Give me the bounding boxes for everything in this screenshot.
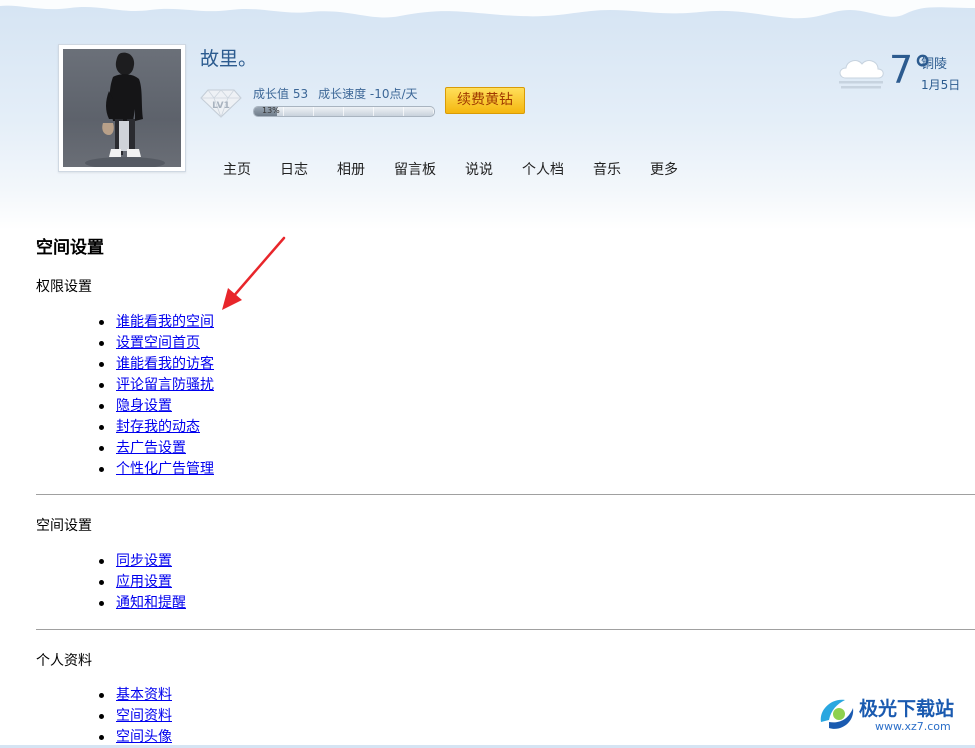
link-space-info[interactable]: 空间资料 xyxy=(116,708,172,724)
watermark-logo-icon xyxy=(820,699,854,729)
list-item: 封存我的动态 xyxy=(96,417,214,438)
page-title: 空间设置 xyxy=(36,238,104,258)
weather-date: 1月5日 xyxy=(921,78,961,92)
list-item: 设置空间首页 xyxy=(96,333,214,354)
section-heading-personal-info: 个人资料 xyxy=(36,653,92,669)
nav-music[interactable]: 音乐 xyxy=(593,159,621,179)
list-item: 基本资料 xyxy=(96,685,172,706)
cloud-banner xyxy=(0,0,975,19)
section-heading-permissions: 权限设置 xyxy=(36,279,92,295)
renew-yellow-diamond-button[interactable]: 续费黄钻 xyxy=(445,87,525,114)
watermark-name: 极光下载站 xyxy=(859,698,955,720)
list-item: 个性化广告管理 xyxy=(96,459,214,480)
cloudy-icon xyxy=(839,60,884,89)
space-settings-link-list: 同步设置 应用设置 通知和提醒 xyxy=(96,551,186,614)
list-item: 去广告设置 xyxy=(96,438,214,459)
section-divider xyxy=(36,629,975,630)
list-item: 谁能看我的空间 xyxy=(96,312,214,333)
nav-blog[interactable]: 日志 xyxy=(280,159,308,179)
progress-ticks xyxy=(254,107,434,116)
link-invisible-settings[interactable]: 隐身设置 xyxy=(116,398,172,414)
watermark: 极光下载站 www.xz7.com xyxy=(815,690,975,742)
link-archive-feed[interactable]: 封存我的动态 xyxy=(116,419,200,435)
link-space-avatar[interactable]: 空间头像 xyxy=(116,729,172,745)
link-who-can-view-visitors[interactable]: 谁能看我的访客 xyxy=(116,356,214,372)
nickname[interactable]: 故里。 xyxy=(200,44,257,71)
link-remove-ads[interactable]: 去广告设置 xyxy=(116,440,186,456)
nav-profile[interactable]: 个人档 xyxy=(522,159,564,179)
link-notifications[interactable]: 通知和提醒 xyxy=(116,595,186,611)
level-label: LV1 xyxy=(212,101,230,111)
list-item: 评论留言防骚扰 xyxy=(96,375,214,396)
personal-info-link-list: 基本资料 空间资料 空间头像 xyxy=(96,685,172,748)
growth-value: 成长值 53 xyxy=(253,87,309,101)
main-nav: 主页 日志 相册 留言板 说说 个人档 音乐 更多 xyxy=(223,159,707,179)
link-who-can-view-space[interactable]: 谁能看我的空间 xyxy=(116,314,214,330)
list-item: 通知和提醒 xyxy=(96,593,186,614)
nav-message-board[interactable]: 留言板 xyxy=(394,159,436,179)
nav-moments[interactable]: 说说 xyxy=(465,159,493,179)
link-personalized-ads[interactable]: 个性化广告管理 xyxy=(116,461,214,477)
weather-city[interactable]: 铜陵 xyxy=(921,53,947,72)
nav-more[interactable]: 更多 xyxy=(650,159,678,179)
nav-home[interactable]: 主页 xyxy=(223,159,251,179)
avatar[interactable] xyxy=(58,44,186,172)
section-heading-space-settings: 空间设置 xyxy=(36,518,92,534)
growth-speed: 成长速度 -10点/天 xyxy=(318,87,418,101)
list-item: 应用设置 xyxy=(96,572,186,593)
list-item: 同步设置 xyxy=(96,551,186,572)
list-item: 谁能看我的访客 xyxy=(96,354,214,375)
level-diamond-icon: LV1 xyxy=(200,89,242,118)
growth-progress-bar: 13% xyxy=(253,106,435,117)
link-anti-harassment[interactable]: 评论留言防骚扰 xyxy=(116,377,214,393)
avatar-image xyxy=(63,49,181,167)
list-item: 隐身设置 xyxy=(96,396,214,417)
growth-info: 成长值 53 成长速度 -10点/天 xyxy=(253,85,428,102)
annotation-arrow-icon xyxy=(222,236,286,310)
permissions-link-list: 谁能看我的空间 设置空间首页 谁能看我的访客 评论留言防骚扰 隐身设置 封存我的… xyxy=(96,312,214,480)
watermark-url: www.xz7.com xyxy=(875,720,951,733)
link-set-space-homepage[interactable]: 设置空间首页 xyxy=(116,335,200,351)
growth-progress-label: 13% xyxy=(262,106,280,115)
link-sync-settings[interactable]: 同步设置 xyxy=(116,553,172,569)
link-basic-info[interactable]: 基本资料 xyxy=(116,687,172,703)
nav-album[interactable]: 相册 xyxy=(337,159,365,179)
section-divider xyxy=(36,494,975,495)
link-app-settings[interactable]: 应用设置 xyxy=(116,574,172,590)
list-item: 空间资料 xyxy=(96,706,172,727)
